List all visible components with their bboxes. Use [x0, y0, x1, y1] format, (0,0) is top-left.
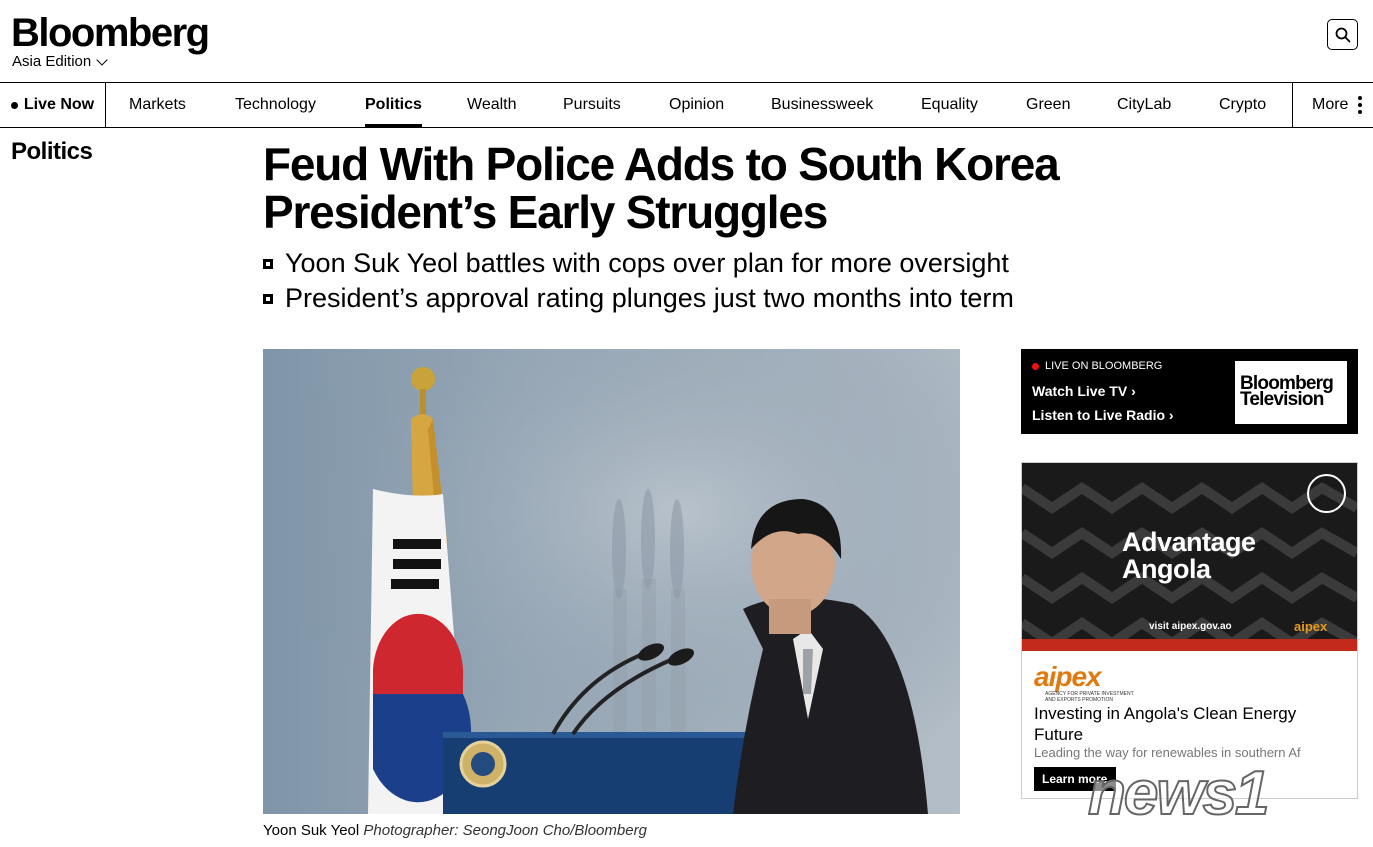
search-icon: [1335, 27, 1350, 42]
site-header: Bloomberg Asia Edition: [0, 0, 1373, 82]
edition-label: Asia Edition: [12, 53, 92, 70]
live-red-dot-icon: [1032, 362, 1039, 370]
nav-more-button[interactable]: More: [1292, 83, 1373, 127]
bullet-square-icon: [263, 293, 273, 304]
nav-more-label: More: [1312, 96, 1349, 113]
article-headline: Feud With Police Adds to South Korea Pre…: [263, 140, 1163, 236]
nav-item-markets[interactable]: Markets: [129, 83, 186, 127]
chevron-right-icon: ›: [1168, 407, 1174, 423]
summary-text: President’s approval rating plunges just…: [285, 283, 1014, 313]
photo-illustration: [263, 349, 960, 814]
ad-title-line-1: Advantage: [1122, 527, 1256, 557]
watermark-text: news1: [1088, 759, 1268, 828]
bloomberg-logo[interactable]: Bloomberg: [11, 10, 210, 56]
nav-item-businessweek[interactable]: Businessweek: [771, 83, 873, 127]
kebab-menu-icon: [1358, 96, 1363, 114]
btv-logo-line-2: Television: [1240, 389, 1324, 410]
bloomberg-television-logo[interactable]: Bloomberg Television: [1235, 361, 1347, 424]
listen-live-radio-link[interactable]: Listen to Live Radio ›: [1032, 407, 1174, 423]
ad-brand-mark: aipex: [1294, 619, 1328, 634]
watch-live-tv-link[interactable]: Watch Live TV ›: [1032, 383, 1136, 399]
nav-live-now[interactable]: Live Now: [0, 83, 106, 127]
nav-live-label: Live Now: [23, 96, 95, 113]
main-nav: Live Now Markets Technology Politics Wea…: [0, 82, 1373, 128]
live-on-bloomberg-box: LIVE ON BLOOMBERG Watch Live TV › Listen…: [1021, 349, 1358, 434]
headline-line-2: President’s Early Struggles: [263, 186, 828, 238]
aipex-logo-subtitle: AGENCY FOR PRIVATE INVESTMENT AND EXPORT…: [1045, 691, 1165, 703]
ad-banner[interactable]: Advantage Angola visit aipex.gov.ao aipe…: [1022, 463, 1357, 651]
nav-item-citylab[interactable]: CityLab: [1117, 83, 1171, 127]
aipex-logo: aipex: [1034, 661, 1102, 692]
ad-info-circle-icon[interactable]: [1307, 474, 1346, 513]
nav-item-opinion[interactable]: Opinion: [669, 83, 724, 127]
news1-watermark: news1: [1087, 758, 1271, 829]
nav-item-politics[interactable]: Politics: [365, 83, 422, 127]
article-summary: Yoon Suk Yeol battles with cops over pla…: [263, 246, 1014, 316]
listen-live-radio-label: Listen to Live Radio: [1032, 407, 1166, 423]
summary-text: Yoon Suk Yeol battles with cops over pla…: [285, 248, 1009, 278]
chevron-down-icon: [96, 53, 108, 66]
section-label[interactable]: Politics: [11, 138, 93, 166]
caption-subject: Yoon Suk Yeol: [263, 822, 360, 839]
edition-selector[interactable]: Asia Edition: [12, 53, 108, 70]
nav-item-wealth[interactable]: Wealth: [467, 83, 517, 127]
ad-title-line-2: Angola: [1122, 554, 1211, 584]
watch-live-tv-label: Watch Live TV: [1032, 383, 1128, 399]
summary-item: Yoon Suk Yeol battles with cops over pla…: [263, 246, 1014, 281]
chevron-right-icon: ›: [1131, 383, 1136, 399]
live-label: LIVE ON BLOOMBERG: [1032, 360, 1162, 372]
nav-item-crypto[interactable]: Crypto: [1219, 83, 1266, 127]
search-button[interactable]: [1327, 19, 1358, 50]
nav-item-green[interactable]: Green: [1026, 83, 1070, 127]
summary-item: President’s approval rating plunges just…: [263, 281, 1014, 316]
ad-title: Advantage Angola: [1122, 529, 1256, 583]
live-label-text: LIVE ON BLOOMBERG: [1045, 360, 1163, 372]
caption-credit: Photographer: SeongJoon Cho/Bloomberg: [363, 822, 647, 839]
nav-item-equality[interactable]: Equality: [921, 83, 978, 127]
nav-item-pursuits[interactable]: Pursuits: [563, 83, 621, 127]
photo-caption: Yoon Suk Yeol Photographer: SeongJoon Ch…: [263, 822, 647, 839]
article-photo[interactable]: [263, 349, 960, 814]
live-dot-icon: [10, 101, 18, 109]
nav-item-technology[interactable]: Technology: [235, 83, 316, 127]
ad-visit-text: visit aipex.gov.ao: [1149, 621, 1232, 632]
ad-headline[interactable]: Investing in Angola's Clean Energy Futur…: [1034, 703, 1344, 745]
bullet-square-icon: [263, 258, 273, 269]
headline-line-1: Feud With Police Adds to South Korea: [263, 138, 1060, 190]
